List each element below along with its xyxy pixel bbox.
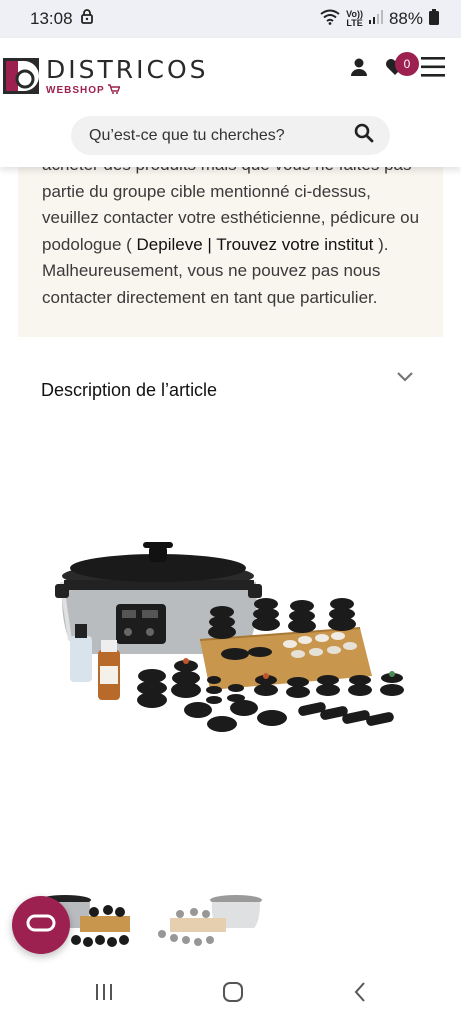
signal-icon: [368, 9, 383, 29]
cart-icon: [107, 84, 121, 97]
battery-icon: [429, 8, 439, 30]
battery-percent: 88%: [388, 9, 423, 28]
search-input[interactable]: Qu’est-ce que tu cherches?: [89, 127, 285, 145]
description-heading[interactable]: Description de l’article: [41, 380, 217, 401]
wifi-icon: [320, 9, 340, 30]
menu-icon[interactable]: [421, 56, 445, 83]
header-actions: 0: [349, 52, 445, 83]
brand-sub: WEBSHOP: [46, 84, 209, 97]
info-line-6: contacter directement en tant que partic…: [42, 287, 378, 307]
back-icon[interactable]: [353, 981, 367, 1008]
info-line-3: veuillez contacter votre esthéticienne, …: [42, 208, 420, 227]
institute-link[interactable]: Depileve | Trouvez votre institut: [137, 235, 374, 254]
recent-apps-icon[interactable]: [94, 983, 114, 1006]
brand-logo[interactable]: DISTRICOS WEBSHOP: [3, 55, 209, 97]
volte-indicator: Vo)) LTE: [346, 10, 363, 28]
info-line-4: podologue ( Depileve | Trouvez votre ins…: [42, 232, 429, 259]
logo-text: DISTRICOS WEBSHOP: [46, 55, 209, 97]
system-nav-bar: [0, 964, 461, 1024]
chat-button[interactable]: [12, 896, 70, 954]
status-bar: 13:08 Vo)) LTE 88%: [0, 0, 461, 38]
user-icon[interactable]: [349, 57, 369, 82]
brand-name: DISTRICOS: [46, 55, 209, 84]
status-time: 13:08: [30, 9, 73, 28]
info-line-5: Malheureusement, vous ne pouvez pas nous: [42, 261, 381, 280]
volte-bottom: LTE: [346, 18, 363, 28]
info-line-4-suffix: ).: [373, 234, 389, 254]
info-text: acheter des produits mais que vous ne fa…: [42, 152, 429, 311]
chat-icon: [26, 914, 56, 937]
search-bar[interactable]: Qu’est-ce que tu cherches?: [71, 116, 390, 155]
logo-mark-icon: [3, 58, 39, 94]
site-header: DISTRICOS WEBSHOP 0 Qu’est-ce que tu che…: [0, 38, 461, 167]
wishlist-button[interactable]: 0: [385, 52, 419, 81]
search-icon[interactable]: [354, 123, 374, 148]
wishlist-count-badge: 0: [395, 52, 419, 76]
product-image[interactable]: [0, 440, 461, 880]
lock-icon: [80, 9, 93, 29]
thumbnail-2[interactable]: [150, 878, 270, 963]
status-left: 13:08: [30, 9, 93, 29]
home-icon[interactable]: [222, 981, 244, 1008]
brand-sub-label: WEBSHOP: [46, 85, 105, 96]
info-line-4-prefix: podologue (: [42, 234, 137, 254]
status-right: Vo)) LTE 88%: [320, 8, 439, 30]
info-line-2: partie du groupe cible mentionné ci-dess…: [42, 181, 371, 201]
chevron-down-icon[interactable]: [396, 370, 414, 388]
